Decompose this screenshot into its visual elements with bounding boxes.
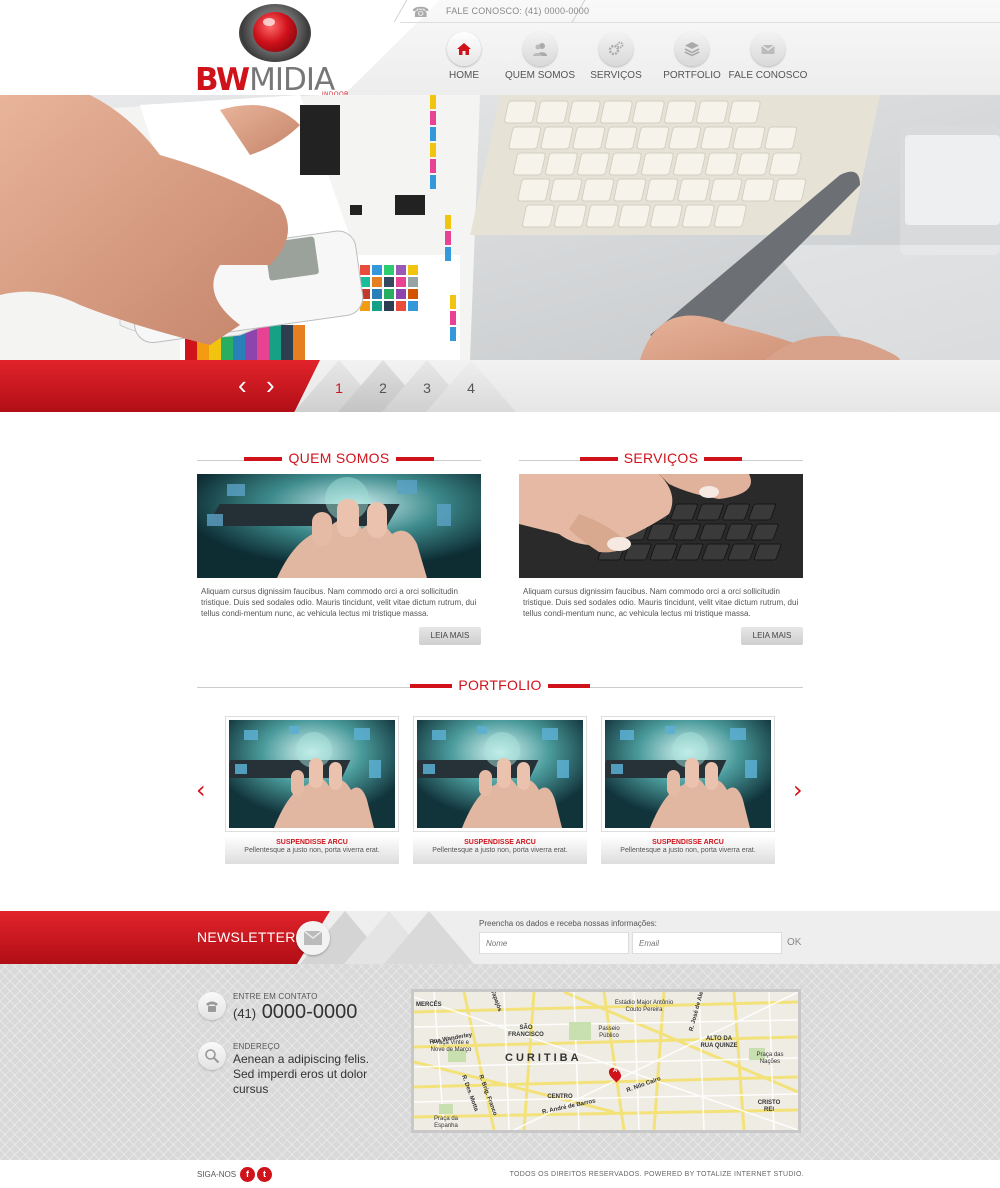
topbar-line <box>400 22 1000 23</box>
nav-item-portfolio[interactable]: PORTFOLIO <box>652 32 732 92</box>
map-pin-letter: A <box>613 1068 618 1074</box>
section-heading-quem-somos: QUEM SOMOS <box>197 450 481 470</box>
newsletter-title: NEWSLETTER <box>197 929 296 945</box>
home-icon <box>447 32 481 66</box>
site-logo[interactable]: BWMIDIA INDOOR <box>195 4 360 98</box>
services-read-more-button[interactable]: LEIA MAIS <box>741 627 803 645</box>
logo-wordmark: BWMIDIA <box>195 62 335 98</box>
nav-label: HOME <box>449 70 479 81</box>
phone-icon <box>198 992 226 1020</box>
logo-iris <box>253 12 297 52</box>
location-map[interactable]: MERCÊS R. Tapajós Rua Wanderley SÃO FRAN… <box>411 989 801 1133</box>
section-heading-portfolio: PORTFOLIO <box>197 677 803 697</box>
newsletter-bar: NEWSLETTER Preencha os dados e receba no… <box>0 911 1000 964</box>
phone-icon: ☎ <box>412 4 430 20</box>
portfolio-next-arrow-icon[interactable]: › <box>793 776 803 804</box>
services-text: Aliquam cursus dignissim faucibus. Nam c… <box>523 587 799 618</box>
hero-slide-image <box>0 95 1000 360</box>
copyright-text: TODOS OS DIREITOS RESERVADOS. POWERED BY… <box>509 1171 804 1178</box>
newsletter-prompt: Preencha os dados e receba nossas inform… <box>479 919 657 928</box>
portfolio-caption: SUSPENDISSE ARCU Pellentesque a justo no… <box>225 836 399 864</box>
about-text: Aliquam cursus dignissim faucibus. Nam c… <box>201 587 477 618</box>
slider-prev-arrow-icon[interactable]: ‹ <box>238 372 247 398</box>
gears-icon <box>599 32 633 66</box>
about-read-more-button[interactable]: LEIA MAIS <box>419 627 481 645</box>
portfolio-title: SUSPENDISSE ARCU <box>652 839 724 846</box>
map-label: MERCÊS <box>416 1002 442 1008</box>
nav-label: QUEM SOMOS <box>504 70 575 81</box>
map-label: ALTO DA RUA QUINZE <box>700 1036 738 1049</box>
newsletter-submit-button[interactable]: OK <box>787 937 801 948</box>
portfolio-desc: Pellentesque a justo non, porta viverra … <box>620 847 756 854</box>
twitter-icon[interactable]: t <box>257 1167 272 1182</box>
portfolio-thumbnail <box>225 716 399 832</box>
users-icon <box>523 32 557 66</box>
slider-next-arrow-icon[interactable]: › <box>266 372 275 398</box>
section-heading-servicos: SERVIÇOS <box>519 450 803 470</box>
mail-icon <box>751 32 785 66</box>
nav-label: SERVIÇOS <box>590 70 642 81</box>
portfolio-item[interactable]: SUSPENDISSE ARCU Pellentesque a justo no… <box>225 716 399 864</box>
envelope-icon <box>296 921 330 955</box>
portfolio-caption: SUSPENDISSE ARCU Pellentesque a justo no… <box>413 836 587 864</box>
phone-number: (41) 0000-0000 <box>233 1001 358 1023</box>
nav-label: FALE CONOSCO <box>728 70 808 81</box>
nav-item-fale-conosco[interactable]: FALE CONOSCO <box>728 32 808 92</box>
section-title: SERVIÇOS <box>617 450 705 466</box>
facebook-icon[interactable]: f <box>240 1167 255 1182</box>
map-label: Passeio Público <box>598 1026 620 1039</box>
portfolio-item[interactable]: SUSPENDISSE ARCU Pellentesque a justo no… <box>413 716 587 864</box>
portfolio-prev-arrow-icon[interactable]: ‹ <box>196 776 206 804</box>
portfolio-title: SUSPENDISSE ARCU <box>464 839 536 846</box>
follow-label: SIGA-NOS <box>197 1170 237 1179</box>
map-city-label: CURITIBA <box>505 1052 582 1064</box>
map-label: CRISTO REI <box>757 1100 781 1113</box>
about-image <box>197 474 481 578</box>
location-search-icon <box>198 1042 226 1070</box>
portfolio-thumbnail <box>601 716 775 832</box>
slider-controls-bar: ‹ › 1 2 3 4 <box>0 360 1000 412</box>
section-title: QUEM SOMOS <box>282 450 396 466</box>
services-image <box>519 474 803 578</box>
section-title: PORTFOLIO <box>452 677 548 693</box>
map-label: Praça das Nações <box>756 1052 784 1065</box>
main-nav: HOME QUEM SOMOS SERVIÇOS PORTFOLIO FALE … <box>440 32 810 92</box>
newsletter-name-input[interactable] <box>479 932 629 954</box>
map-label: Estádio Major Antônio Couto Pereira <box>614 1000 674 1013</box>
layers-icon <box>675 32 709 66</box>
logo-glint <box>263 18 275 26</box>
footer-bar: SIGA-NOS f t TODOS OS DIREITOS RESERVADO… <box>0 1160 1000 1188</box>
nav-item-servicos[interactable]: SERVIÇOS <box>576 32 656 92</box>
slider-page-number: 4 <box>467 380 475 396</box>
portfolio-caption: SUSPENDISSE ARCU Pellentesque a justo no… <box>601 836 775 864</box>
nav-item-home[interactable]: HOME <box>424 32 504 92</box>
topbar-contact: FALE CONOSCO: (41) 0000-0000 <box>446 6 590 16</box>
newsletter-email-input[interactable] <box>632 932 782 954</box>
portfolio-desc: Pellentesque a justo non, porta viverra … <box>244 847 380 854</box>
map-label: SÃO FRANCISCO <box>508 1025 544 1038</box>
address-label: ENDEREÇO <box>233 1042 280 1051</box>
slider-page-4[interactable]: 4 <box>426 360 516 412</box>
map-label: CENTRO <box>547 1094 573 1100</box>
nav-item-quem-somos[interactable]: QUEM SOMOS <box>500 32 580 92</box>
map-label: Praça Vinte e Nove de Março <box>430 1040 472 1053</box>
phone-label: ENTRE EM CONTATO <box>233 992 318 1001</box>
portfolio-item[interactable]: SUSPENDISSE ARCU Pellentesque a justo no… <box>601 716 775 864</box>
portfolio-title: SUSPENDISSE ARCU <box>276 839 348 846</box>
nav-label: PORTFOLIO <box>663 70 721 81</box>
portfolio-thumbnail <box>413 716 587 832</box>
site-header: ☎ FALE CONOSCO: (41) 0000-0000 BWMIDIA I… <box>0 0 1000 100</box>
address-text: Aenean a adipiscing felis. Sed imperdi e… <box>233 1052 370 1096</box>
map-label: Praça da Espanha <box>433 1116 458 1129</box>
portfolio-desc: Pellentesque a justo non, porta viverra … <box>432 847 568 854</box>
